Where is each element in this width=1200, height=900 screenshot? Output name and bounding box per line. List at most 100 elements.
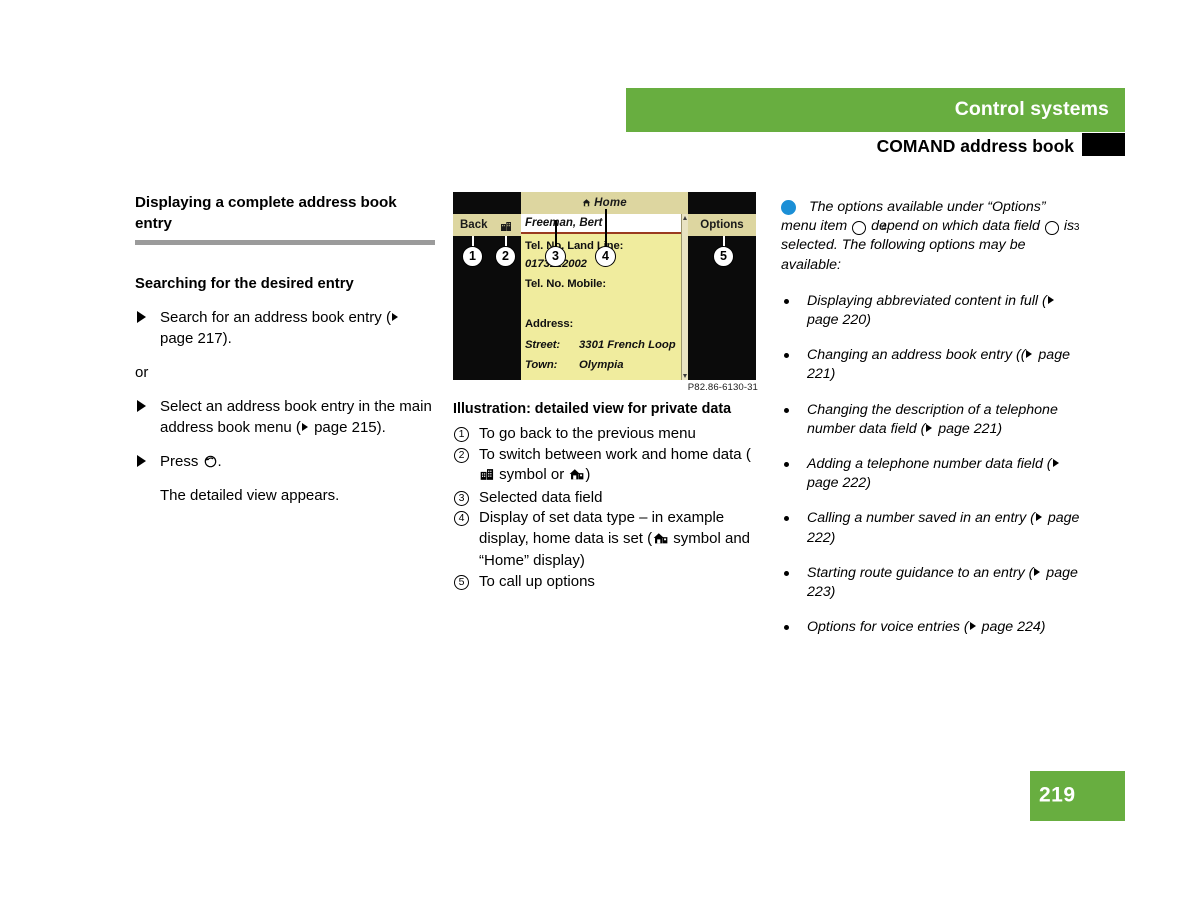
step-result-text: The detailed view appears. (160, 487, 340, 504)
option-2-text: Changing an address book entry (( (807, 347, 1026, 364)
middle-column: Home Back Options Freeman, Bert Tel. No.… (453, 192, 758, 590)
callout-circle-1: 1 (462, 246, 483, 267)
step-1-text-after: ). (222, 330, 232, 347)
triangle-bullet-icon (137, 455, 146, 467)
instruction-step-3: Press . (135, 451, 437, 472)
section-title: COMAND address book (876, 136, 1074, 156)
legend-text-1: To go back to the previous menu (479, 425, 696, 442)
step-1-page-ref: page 217 (160, 330, 223, 347)
scroll-up-arrow-icon[interactable] (683, 216, 687, 220)
option-6-text: Starting route guidance to an entry ( (807, 564, 1034, 581)
comand-town-label: Town: (525, 359, 558, 371)
page-ref-triangle-icon (1035, 513, 1042, 522)
legend-number-2: 2 (454, 447, 469, 463)
comand-name-field[interactable]: Freeman, Bert (521, 214, 681, 234)
option-bullet-1: Displaying abbreviated content in full (… (781, 292, 1081, 330)
legend-number-3: 3 (454, 490, 469, 506)
bullet-dot-icon (784, 516, 789, 522)
callout-circle-4: 4 (595, 246, 616, 267)
page-ref-triangle-icon (1052, 459, 1059, 468)
instruction-step-1: Search for an address book entry ( page … (135, 307, 437, 349)
options-bullet-list: Displaying abbreviated content in full (… (781, 292, 1081, 638)
option-4-page: page 222 (807, 475, 867, 492)
controller-push-icon (204, 453, 217, 468)
comand-town-value: Olympia (579, 359, 624, 371)
figure-caption: Illustration: detailed view for private … (453, 401, 732, 417)
comand-left-sidebar: Back (453, 214, 521, 380)
scroll-down-arrow-icon[interactable] (683, 374, 687, 378)
instruction-step-2: Select an address book entry in the main… (135, 396, 437, 438)
option-4-tail: ) (866, 475, 871, 492)
legend-number-1: 1 (454, 427, 469, 442)
bullet-dot-icon (784, 353, 789, 359)
legend-item-4: 4 Display of set data type – in example … (453, 508, 758, 572)
option-5-text: Calling a number saved in an entry ( (807, 510, 1035, 527)
page-ref-triangle-icon (1047, 295, 1054, 304)
subsection-heading: Searching for the desired entry (135, 276, 354, 292)
option-7-tail: ) (1040, 619, 1046, 636)
figure-legend-list: 1 To go back to the previous menu 2 To s… (453, 424, 758, 592)
info-icon: i (781, 200, 812, 215)
page-title: Displaying a complete address book entry (135, 194, 397, 232)
figure-code: P82.86-6130-31 (687, 382, 758, 393)
option-1-tail: ) (866, 312, 871, 329)
home-house-icon (569, 467, 584, 488)
option-bullet-5: Calling a number saved in an entry ( pag… (781, 509, 1081, 547)
work-building-icon (480, 467, 494, 488)
step-2-text-before: Select an address book entry in the main… (160, 398, 432, 436)
option-2-tail: ) (830, 366, 836, 383)
legend-text-2b: symbol or (495, 466, 569, 483)
legend-item-5: 5 To call up options (453, 572, 758, 593)
note-ref-circle-4: 4 (852, 221, 887, 236)
option-3-page: page 221 (934, 420, 998, 437)
callout-circle-3: 3 (545, 246, 566, 267)
bullet-dot-icon (784, 570, 789, 576)
home-icon (582, 199, 591, 207)
page-number-badge: 219 (1030, 771, 1125, 821)
option-3-text: Changing the description of a telephone … (807, 401, 1058, 437)
option-bullet-6: Starting route guidance to an entry ( pa… (781, 564, 1081, 602)
option-6-tail: ) (830, 584, 836, 601)
page-ref-triangle-icon (1026, 350, 1033, 359)
callout-circle-2: 2 (495, 246, 516, 267)
legend-text-2c: ) (585, 466, 591, 483)
comand-scrollbar[interactable] (681, 214, 688, 380)
option-bullet-7: Options for voice entries ( page 224) (781, 618, 1081, 637)
page-ref-triangle-icon (926, 423, 933, 432)
option-1-page: page 220 (807, 312, 867, 329)
page-edge-tab (1082, 133, 1125, 156)
page-ref-triangle-icon (1034, 567, 1041, 576)
legend-item-2: 2 To switch between work and home data (… (453, 445, 758, 488)
page-ref-triangle-icon (969, 622, 976, 631)
legend-text-3: Selected data field (479, 488, 603, 506)
home-house-icon (653, 531, 668, 552)
bullet-dot-icon (784, 625, 789, 631)
comand-street-label: Street: (525, 339, 561, 351)
triangle-bullet-icon (137, 311, 146, 323)
step-3-text-after: . (217, 453, 222, 470)
page-ref-triangle-icon (391, 313, 398, 321)
comand-street-value: 3301 French Loop (579, 339, 676, 351)
or-separator: or (135, 364, 149, 381)
comand-screen-title-text: Home (594, 197, 627, 209)
legend-number-4: 4 (454, 511, 469, 526)
option-1-text: Displaying abbreviated content in full ( (807, 292, 1047, 309)
bullet-dot-icon (784, 407, 789, 413)
option-bullet-4: Adding a telephone number data field ( p… (781, 455, 1081, 493)
note-text-b: depend on which data field (867, 218, 1044, 235)
comand-mobile-label: Tel. No. Mobile: (525, 278, 607, 290)
comand-address-label: Address: (525, 318, 574, 330)
legend-text-2a: To switch between work and home data ( (479, 445, 751, 463)
option-bullet-3: Changing the description of a telephone … (781, 401, 1081, 439)
info-note: i The options available under “Options” m… (781, 198, 1081, 275)
comand-options-button[interactable]: Options (688, 214, 756, 236)
note-ref-circle-3: 3 (1044, 221, 1079, 236)
option-7-text: Options for voice entries ( (807, 619, 969, 636)
page-ref-triangle-icon (301, 423, 308, 431)
legend-number-5: 5 (454, 574, 469, 590)
manual-page: Control systems COMAND address book Disp… (0, 0, 1200, 900)
step-3-text-before: Press (160, 453, 203, 470)
option-5-tail: ) (830, 529, 836, 546)
comand-right-sidebar: Options (688, 214, 756, 380)
work-building-icon[interactable] (500, 219, 512, 237)
